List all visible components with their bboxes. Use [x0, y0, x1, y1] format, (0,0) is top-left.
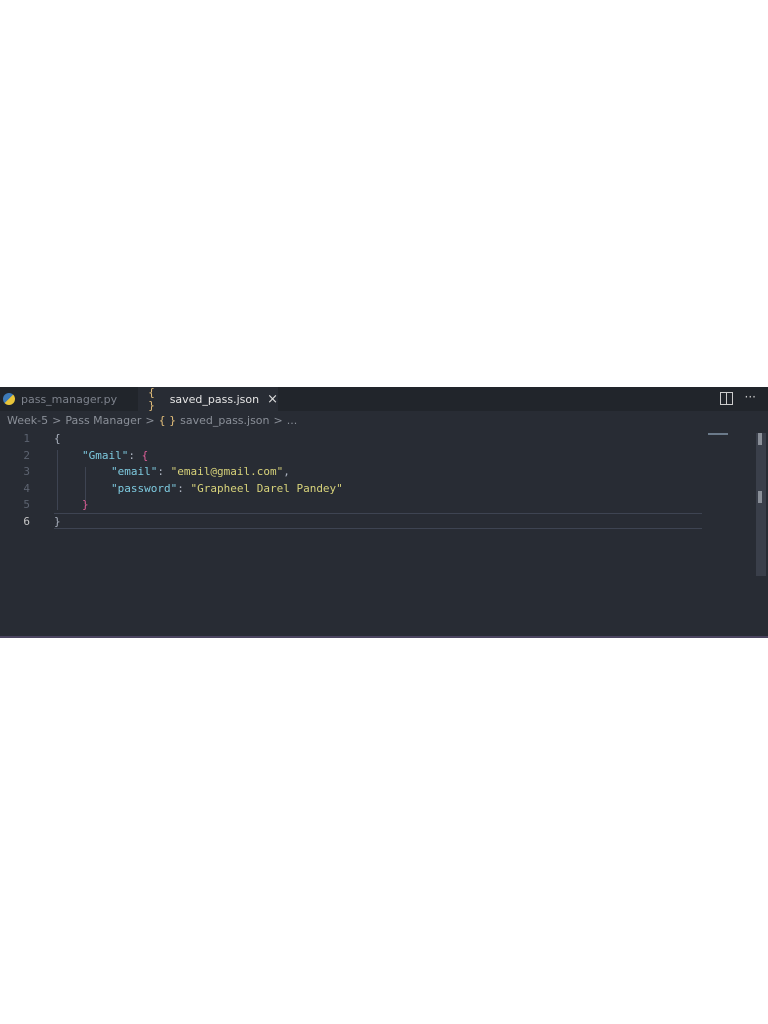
json-braces-icon: { }	[148, 386, 155, 412]
tab-bar: pass_manager.py { } saved_pass.json × ··…	[0, 386, 768, 412]
scrollbar-marker	[758, 433, 762, 445]
brace: {	[141, 448, 149, 462]
vertical-scrollbar[interactable]	[756, 433, 766, 576]
brace: {	[54, 432, 61, 445]
breadcrumb: Week-5 > Pass Manager > { } saved_pass.j…	[7, 414, 297, 427]
tab-saved-pass-json[interactable]: { } saved_pass.json ×	[138, 386, 278, 412]
close-icon[interactable]: ×	[267, 392, 278, 407]
json-key: "email"	[111, 465, 158, 478]
json-value: "email@gmail.com"	[170, 465, 284, 478]
json-value: "Grapheel Darel Pandey"	[190, 481, 343, 495]
line-number: 1	[23, 432, 30, 445]
line-number: 4	[23, 481, 30, 495]
chevron-right-icon: >	[52, 414, 62, 427]
brace: }	[54, 514, 61, 528]
breadcrumb-pass-manager[interactable]: Pass Manager	[65, 414, 141, 427]
tab-label: pass_manager.py	[21, 392, 118, 406]
tab-pass-manager-py[interactable]: pass_manager.py	[0, 387, 137, 411]
indent-guide	[85, 467, 86, 500]
minimap[interactable]	[708, 433, 728, 435]
indent-guide	[57, 450, 58, 510]
line-number: 6	[23, 514, 30, 528]
line-number: 2	[23, 448, 30, 462]
breadcrumb-file[interactable]: saved_pass.json	[180, 414, 269, 427]
breadcrumb-week-5[interactable]: Week-5	[7, 414, 48, 427]
python-icon	[3, 393, 15, 405]
current-line-highlight	[54, 513, 702, 529]
json-key: "password"	[111, 481, 178, 495]
json-key: "Gmail"	[82, 448, 129, 462]
brace: }	[82, 498, 89, 511]
line-number: 5	[23, 498, 30, 511]
line-number: 3	[23, 465, 30, 478]
chevron-right-icon: >	[145, 414, 155, 427]
editor-window: pass_manager.py { } saved_pass.json × ··…	[0, 386, 768, 638]
tab-label: saved_pass.json	[169, 392, 260, 406]
more-actions-icon[interactable]: ···	[745, 390, 756, 405]
scrollbar-marker	[758, 491, 762, 503]
chevron-right-icon: >	[273, 414, 283, 427]
breadcrumb-more[interactable]: ...	[287, 414, 298, 427]
split-editor-icon[interactable]	[719, 392, 733, 405]
json-braces-icon: { }	[158, 414, 177, 427]
